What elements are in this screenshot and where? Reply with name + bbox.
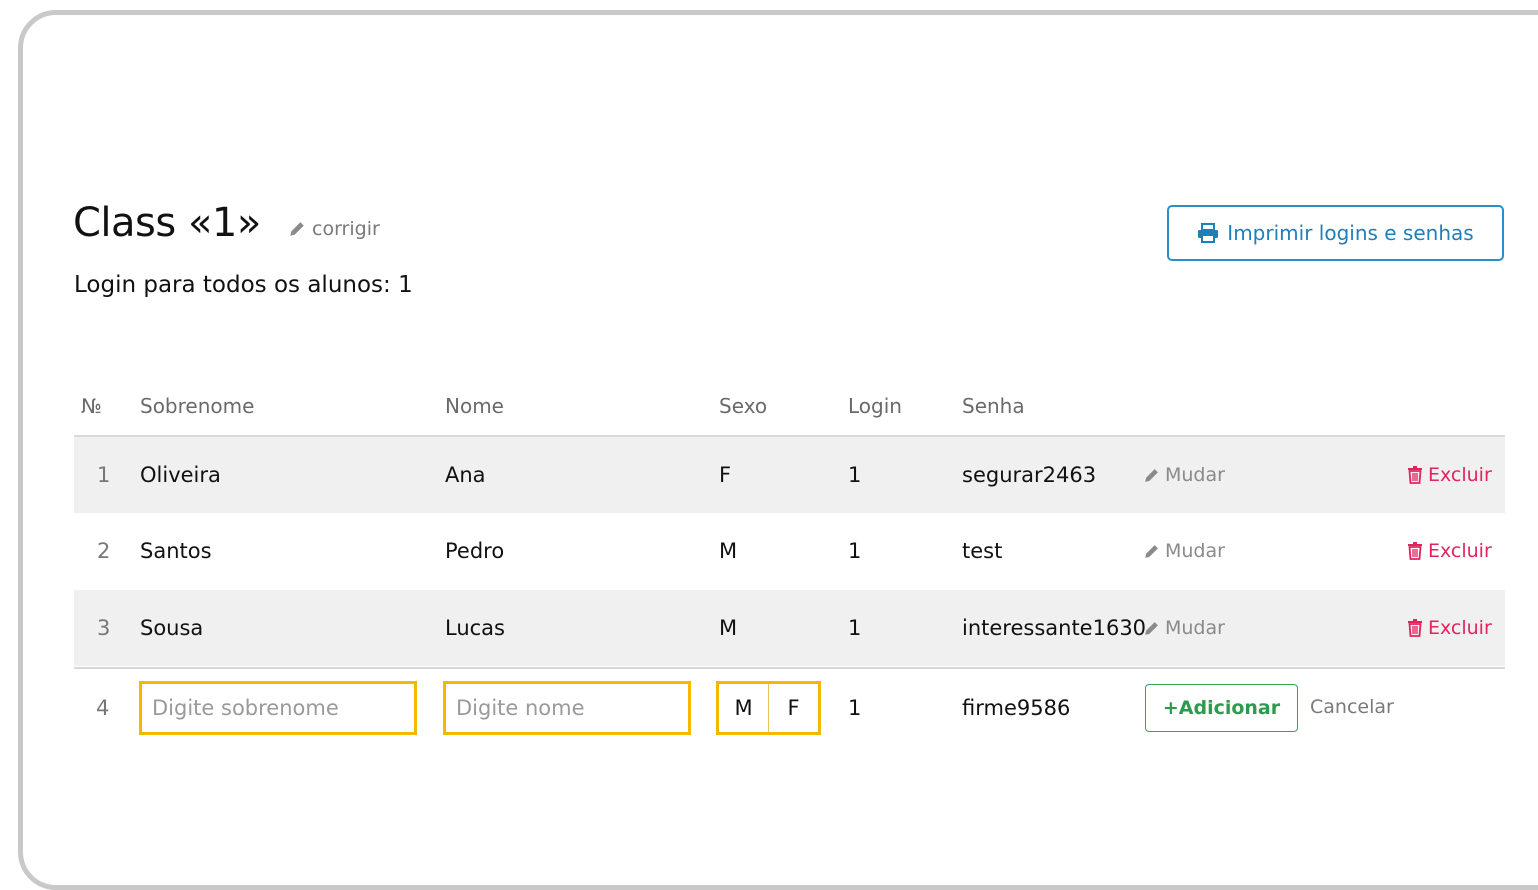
change-password-button[interactable]: Mudar [1143,437,1225,513]
row-name: Pedro [445,539,505,563]
new-row-password: firme9586 [962,696,1071,720]
new-row-number: 4 [96,696,110,720]
add-student-button[interactable]: +Adicionar [1145,684,1298,732]
row-surname: Santos [140,539,212,563]
delete-student-button[interactable]: Excluir [1407,590,1492,666]
table-row: 1 Oliveira Ana F 1 segurar2463 Mudar Exc… [74,437,1505,513]
row-password: interessante1630 [962,616,1147,640]
table-row: 2 Santos Pedro M 1 test Mudar Excluir [74,513,1505,589]
surname-input[interactable] [139,681,417,735]
pencil-icon [1143,543,1160,560]
trash-icon [1407,466,1423,484]
page-title: Class «1» [73,200,261,246]
row-name: Lucas [445,616,505,640]
delete-student-label: Excluir [1428,464,1492,486]
row-divider [74,667,1505,669]
row-login: 1 [848,463,862,487]
row-number: 3 [97,616,111,640]
pencil-icon [1143,467,1160,484]
row-surname: Oliveira [140,463,221,487]
column-header-sex: Sexo [719,394,768,418]
row-name: Ana [445,463,486,487]
row-sex: M [719,539,738,563]
row-sex: F [719,463,732,487]
trash-icon [1407,619,1423,637]
trash-icon [1407,542,1423,560]
change-password-label: Mudar [1165,617,1225,639]
delete-student-button[interactable]: Excluir [1407,513,1492,589]
edit-class-link[interactable]: corrigir [288,218,380,240]
row-login: 1 [848,539,862,563]
row-surname: Sousa [140,616,204,640]
pencil-icon [288,220,306,238]
printer-icon [1197,223,1219,243]
edit-class-label: corrigir [312,218,380,240]
change-password-button[interactable]: Mudar [1143,590,1225,666]
sex-option-m[interactable]: M [719,684,768,732]
new-row-login: 1 [848,696,862,720]
row-password: test [962,539,1003,563]
print-logins-button[interactable]: Imprimir logins e senhas [1167,205,1504,261]
column-header-name: Nome [445,394,504,418]
change-password-label: Mudar [1165,464,1225,486]
change-password-button[interactable]: Mudar [1143,513,1225,589]
row-password: segurar2463 [962,463,1097,487]
column-header-login: Login [848,394,902,418]
row-login: 1 [848,616,862,640]
change-password-label: Mudar [1165,540,1225,562]
pencil-icon [1143,620,1160,637]
sex-toggle: M F [716,681,821,735]
delete-student-label: Excluir [1428,617,1492,639]
column-header-password: Senha [962,394,1025,418]
delete-student-label: Excluir [1428,540,1492,562]
column-header-surname: Sobrenome [140,394,255,418]
name-input[interactable] [443,681,691,735]
row-number: 2 [97,539,111,563]
row-sex: M [719,616,738,640]
row-number: 1 [97,463,111,487]
sex-option-f[interactable]: F [768,684,818,732]
delete-student-button[interactable]: Excluir [1407,437,1492,513]
column-header-number: № [81,394,102,418]
login-info: Login para todos os alunos: 1 [74,272,413,298]
table-row: 3 Sousa Lucas M 1 interessante1630 Mudar… [74,590,1505,666]
cancel-button[interactable]: Cancelar [1310,696,1394,718]
print-logins-label: Imprimir logins e senhas [1227,221,1474,245]
